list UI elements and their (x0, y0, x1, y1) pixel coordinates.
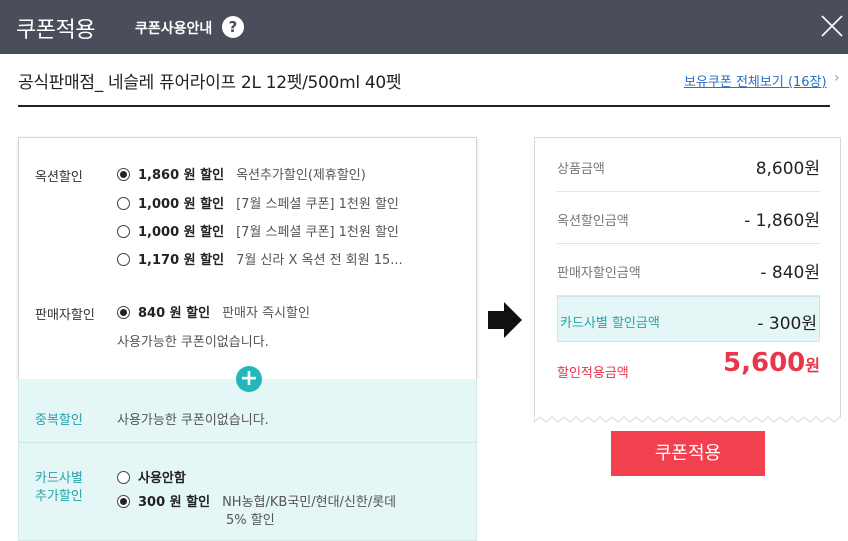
radio-button[interactable] (117, 168, 130, 181)
view-all-coupons-label[interactable]: 보유쿠폰 전체보기 (16장) (684, 75, 827, 90)
add-coupon-plus-icon[interactable]: + (236, 366, 262, 392)
final-amount: 5,600원 (723, 348, 820, 378)
coupon-guide-link[interactable]: 쿠폰사용안내 (135, 18, 212, 38)
receipt-zigzag-edge (534, 416, 841, 423)
seller-discount-label: 판매자할인 (35, 308, 95, 323)
radio-button[interactable] (117, 253, 130, 266)
extra-discount-panel: 중복할인 사용가능한 쿠폰이없습니다. 카드사별 추가할인 사용안함 300 원… (18, 379, 478, 541)
header-divider (18, 105, 830, 107)
auction-option-2[interactable]: 1,000 원 할인 [7월 스페셜 쿠폰] 1천원 할인 (117, 193, 399, 212)
summary-row-seller-discount: 판매자할인금액 - 840원 (557, 244, 820, 296)
seller-option-1[interactable]: 840 원 할인 판매자 즉시할인 (117, 302, 310, 321)
seller-no-coupon-note: 사용가능한 쿠폰이없습니다. (117, 335, 269, 350)
modal-title: 쿠폰적용 (16, 18, 95, 43)
discount-options-panel: 옥션할인 1,860 원 할인 옥션추가할인(제휴할인) 1,000 원 할인 [7… (18, 137, 477, 379)
arrow-right-icon (488, 302, 522, 338)
card-option-desc-line2: 5% 할인 (226, 513, 275, 528)
radio-button[interactable] (117, 197, 130, 210)
summary-row-card-discount: 카드사별 할인금액 - 300원 (557, 296, 820, 342)
card-option-none[interactable]: 사용안함 (117, 467, 198, 486)
close-icon[interactable] (818, 12, 846, 40)
price-summary-receipt: 상품금액 8,600원 옥션할인금액 - 1,860원 판매자할인금액 - 84… (534, 137, 841, 417)
radio-button[interactable] (117, 495, 130, 508)
auction-option-3[interactable]: 1,000 원 할인 [7월 스페셜 쿠폰] 1천원 할인 (117, 221, 399, 240)
chevron-right-icon: › (834, 70, 840, 86)
auction-discount-label: 옥션할인 (35, 170, 83, 185)
card-discount-label-line1: 카드사별 (35, 471, 83, 486)
summary-row-auction-discount: 옥션할인금액 - 1,860원 (557, 192, 820, 244)
card-discount-label-line2: 추가할인 (35, 489, 83, 504)
apply-coupon-button[interactable]: 쿠폰적용 (611, 431, 765, 476)
modal-header: 쿠폰적용 쿠폰사용안내 ? (0, 0, 848, 54)
duplicate-discount-label: 중복할인 (35, 413, 83, 428)
duplicate-no-coupon-note: 사용가능한 쿠폰이없습니다. (117, 413, 269, 428)
divider (19, 442, 478, 443)
view-all-coupons-link[interactable]: 보유쿠폰 전체보기 (16장) › (684, 70, 840, 90)
card-option-300[interactable]: 300 원 할인 NH농협/KB국민/현대/신한/롯데 (117, 491, 396, 510)
help-icon[interactable]: ? (222, 16, 244, 38)
product-name: 공식판매점_ 네슬레 퓨어라이프 2L 12펫/500ml 40펫 (18, 73, 402, 93)
auction-option-4[interactable]: 1,170 원 할인 7월 신라 X 옥션 전 회원 15... (117, 249, 403, 268)
radio-button[interactable] (117, 225, 130, 238)
radio-button[interactable] (117, 306, 130, 319)
radio-button[interactable] (117, 471, 130, 484)
auction-option-1[interactable]: 1,860 원 할인 옥션추가할인(제휴할인) (117, 164, 366, 183)
summary-row-product-price: 상품금액 8,600원 (557, 140, 820, 192)
summary-row-final-amount: 할인적용금액 5,600원 (557, 348, 820, 381)
